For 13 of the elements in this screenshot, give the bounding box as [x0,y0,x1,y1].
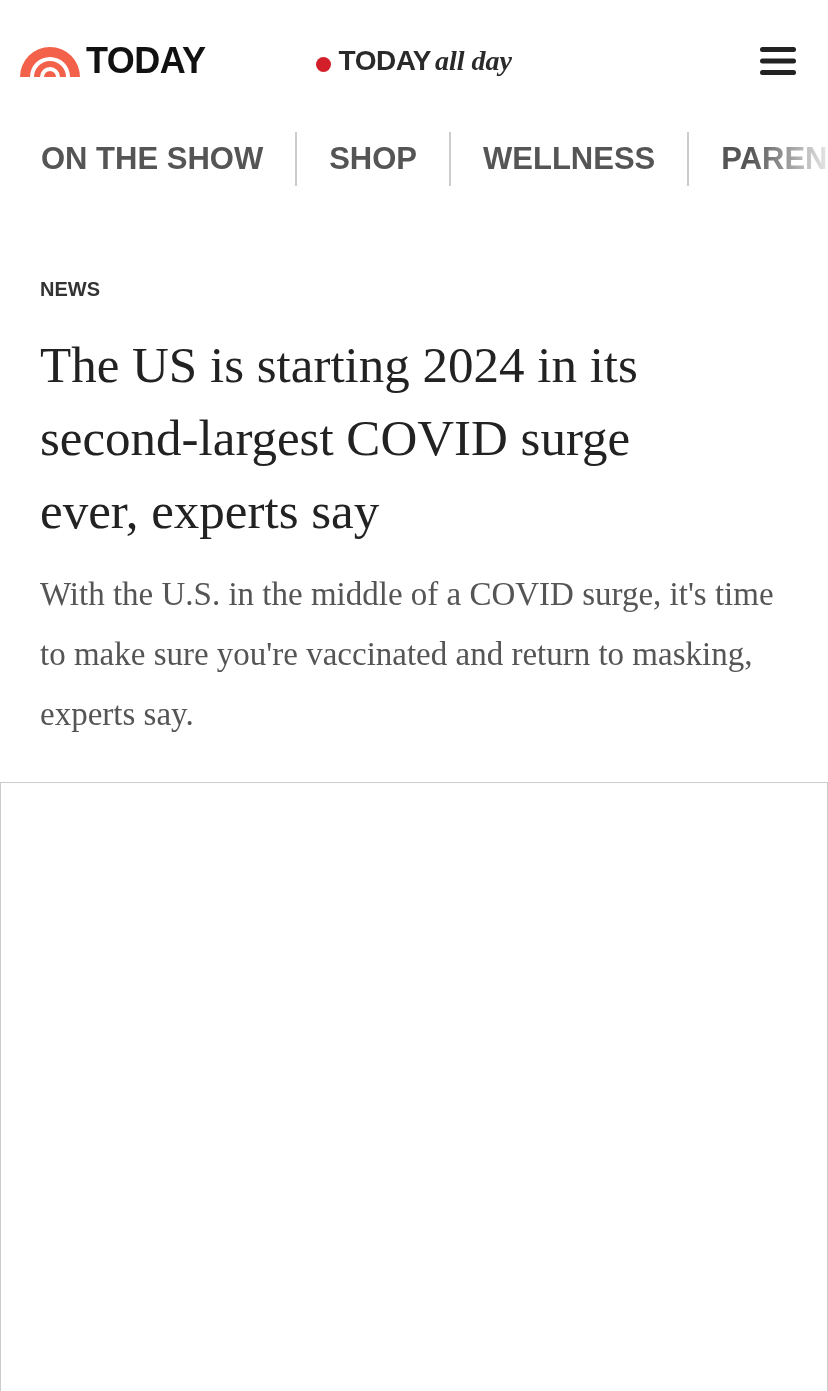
headline: The US is starting 2024 in its second-largest COVID surge ever, experts say [40,336,639,541]
rainbow-logo-icon [20,45,80,77]
menu-icon[interactable] [760,45,796,77]
today-all-day-logo[interactable]: TODAY [338,45,431,77]
nav-link[interactable]: ON THE SHOW [41,132,296,186]
nav-link[interactable]: SHOP [295,132,450,186]
article-summary: With the U.S. in the middle of a COVID surge, it's time to make sure you're vaccinated and return to masking, experts say. [40,575,775,734]
today-logo[interactable]: TODAY [86,40,206,82]
nav-link[interactable]: WELLNESS [449,132,688,186]
all-day-text: all day [435,45,512,77]
live-dot-icon [315,56,331,72]
nav-link[interactable]: PAREN [687,132,828,186]
section-label[interactable]: NEWS [40,278,788,301]
